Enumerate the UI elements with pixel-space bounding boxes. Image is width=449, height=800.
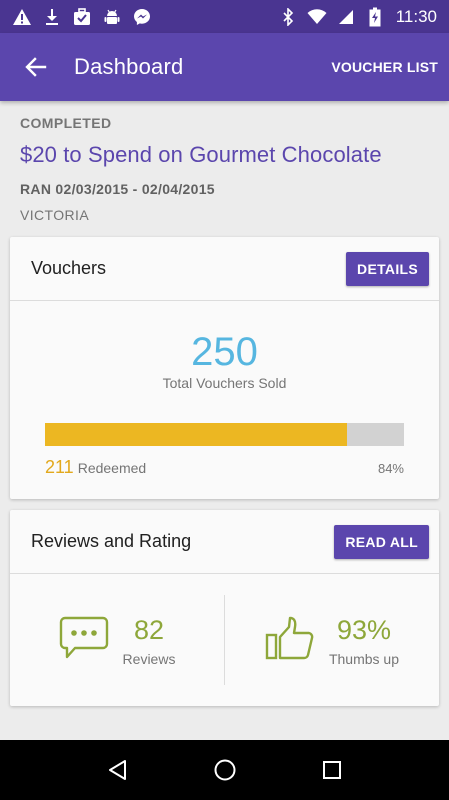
thumbs-up-icon [265, 615, 315, 666]
wifi-icon [307, 7, 327, 27]
speech-bubble-icon [59, 616, 109, 665]
messenger-icon [132, 7, 152, 27]
vouchers-card-header: Vouchers DETAILS [10, 237, 439, 301]
deal-title: $20 to Spend on Gourmet Chocolate [20, 142, 382, 167]
details-button[interactable]: DETAILS [346, 251, 429, 286]
deal-location: VICTORIA [20, 207, 90, 223]
back-triangle-icon[interactable] [98, 750, 138, 790]
redeemed-label: Redeemed [77, 460, 147, 476]
redeemed-progress-bar [45, 423, 404, 446]
android-icon [102, 7, 122, 27]
thumbs-up-percent: 93% [336, 614, 392, 645]
total-sold-label: Total Vouchers Sold [162, 375, 287, 391]
clock: 11:30 [395, 6, 437, 26]
app-bar: Dashboard VOUCHER LIST [0, 33, 449, 101]
redeemed-count: 211 [45, 457, 74, 477]
battery-charging-icon [365, 7, 385, 27]
back-arrow-icon[interactable] [8, 39, 64, 95]
briefcase-check-icon [72, 7, 92, 27]
reviews-label: Reviews [122, 650, 176, 667]
reviews-count: 82 [133, 614, 165, 645]
deal-status: COMPLETED [20, 115, 112, 131]
redeemed-progress-fill [45, 423, 347, 446]
home-circle-icon[interactable] [205, 750, 245, 790]
redeemed-percent: 84% [377, 461, 404, 476]
thumbs-up-label: Thumbs up [328, 650, 400, 667]
thumbs-up-stat: 93% Thumbs up [225, 575, 439, 706]
recents-square-icon[interactable] [312, 750, 352, 790]
notification-icons [12, 7, 152, 27]
redeemed-row: 211 Redeemed 84% [45, 457, 404, 478]
vouchers-card: Vouchers DETAILS 250 Total Vouchers Sold… [10, 237, 439, 499]
reviews-card-header: Reviews and Rating READ ALL [10, 510, 439, 574]
cell-signal-icon [336, 7, 356, 27]
deal-run-dates: RAN 02/03/2015 - 02/04/2015 [20, 181, 215, 197]
vouchers-card-title: Vouchers [31, 258, 107, 278]
download-icon [42, 7, 62, 27]
page-title: Dashboard [74, 54, 184, 79]
total-sold-count: 250 [191, 330, 258, 374]
read-all-button[interactable]: READ ALL [334, 524, 429, 559]
reviews-card: Reviews and Rating READ ALL 82 Reviews 9… [10, 510, 439, 706]
reviews-stat: 82 Reviews [10, 575, 224, 706]
deal-summary: COMPLETED $20 to Spend on Gourmet Chocol… [20, 115, 440, 223]
bluetooth-icon [278, 7, 298, 27]
reviews-stats: 82 Reviews 93% Thumbs up [10, 575, 439, 706]
system-nav-bar [0, 740, 449, 800]
reviews-card-title: Reviews and Rating [31, 531, 192, 551]
system-icons: 11:30 [278, 7, 437, 27]
status-bar: 11:30 [0, 0, 449, 33]
voucher-list-button[interactable]: VOUCHER LIST [330, 49, 439, 85]
warning-icon [12, 7, 32, 27]
